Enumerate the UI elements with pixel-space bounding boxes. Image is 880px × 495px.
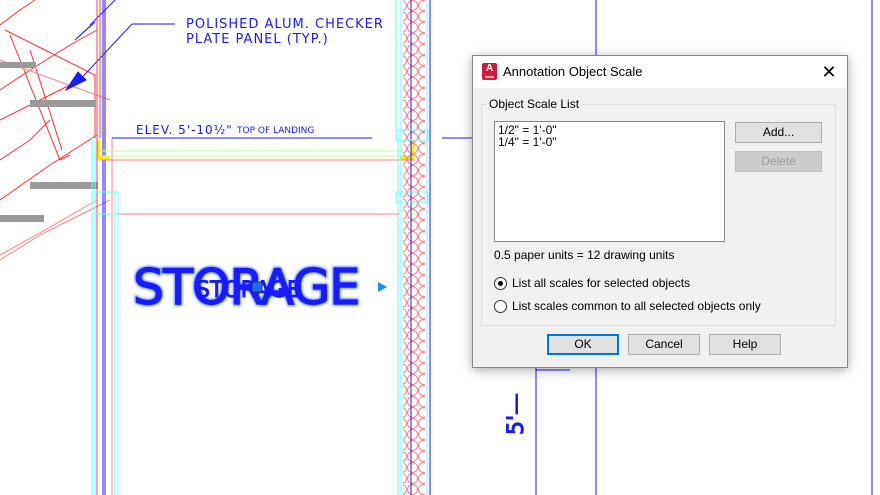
radio-list-common[interactable]: List scales common to all selected objec… [494,299,761,313]
leader-arrows [64,0,175,92]
radio-label: List all scales for selected objects [512,276,691,290]
dialog-title: Annotation Object Scale [503,64,643,79]
delete-button[interactable]: Delete [735,151,822,172]
close-icon: ✕ [821,62,837,82]
hatch-labels [0,62,98,222]
ok-button[interactable]: OK [547,334,619,355]
group-label: Object Scale List [486,97,583,111]
storage-label-small: STORAGE [196,278,301,303]
radio-button[interactable] [494,299,507,313]
left-wall [91,0,119,495]
scale-status-text: 0.5 paper units = 12 drawing units [494,248,675,262]
close-button[interactable]: ✕ [817,60,841,84]
note-line2: PLATE PANEL (TYP.) [186,32,329,47]
list-item[interactable]: 1/4" = 1'-0" [495,136,724,148]
cancel-button[interactable]: Cancel [628,334,700,355]
dimension-text: 5'— [504,393,529,435]
add-button[interactable]: Add... [735,122,822,143]
note-line1: POLISHED ALUM. CHECKER [186,17,384,32]
elevation-suffix: TOP OF LANDING [236,126,314,136]
selection-grip[interactable] [251,281,263,293]
radio-label: List scales common to all selected objec… [512,299,761,313]
autocad-icon: A [482,63,497,80]
title-bar[interactable]: A Annotation Object Scale ✕ [473,56,847,88]
grip-arrow[interactable] [378,282,387,292]
radio-button-checked[interactable] [494,276,507,290]
annotation-object-scale-dialog: A Annotation Object Scale ✕ Object Scale… [472,55,848,368]
right-wall [395,0,431,495]
radio-list-all[interactable]: List all scales for selected objects [494,276,690,290]
help-button[interactable]: Help [709,334,781,355]
scale-listbox[interactable]: 1/2" = 1'-0" 1/4" = 1'-0" [494,121,725,242]
elevation-label: ELEV. 5'-10½" [136,123,233,137]
